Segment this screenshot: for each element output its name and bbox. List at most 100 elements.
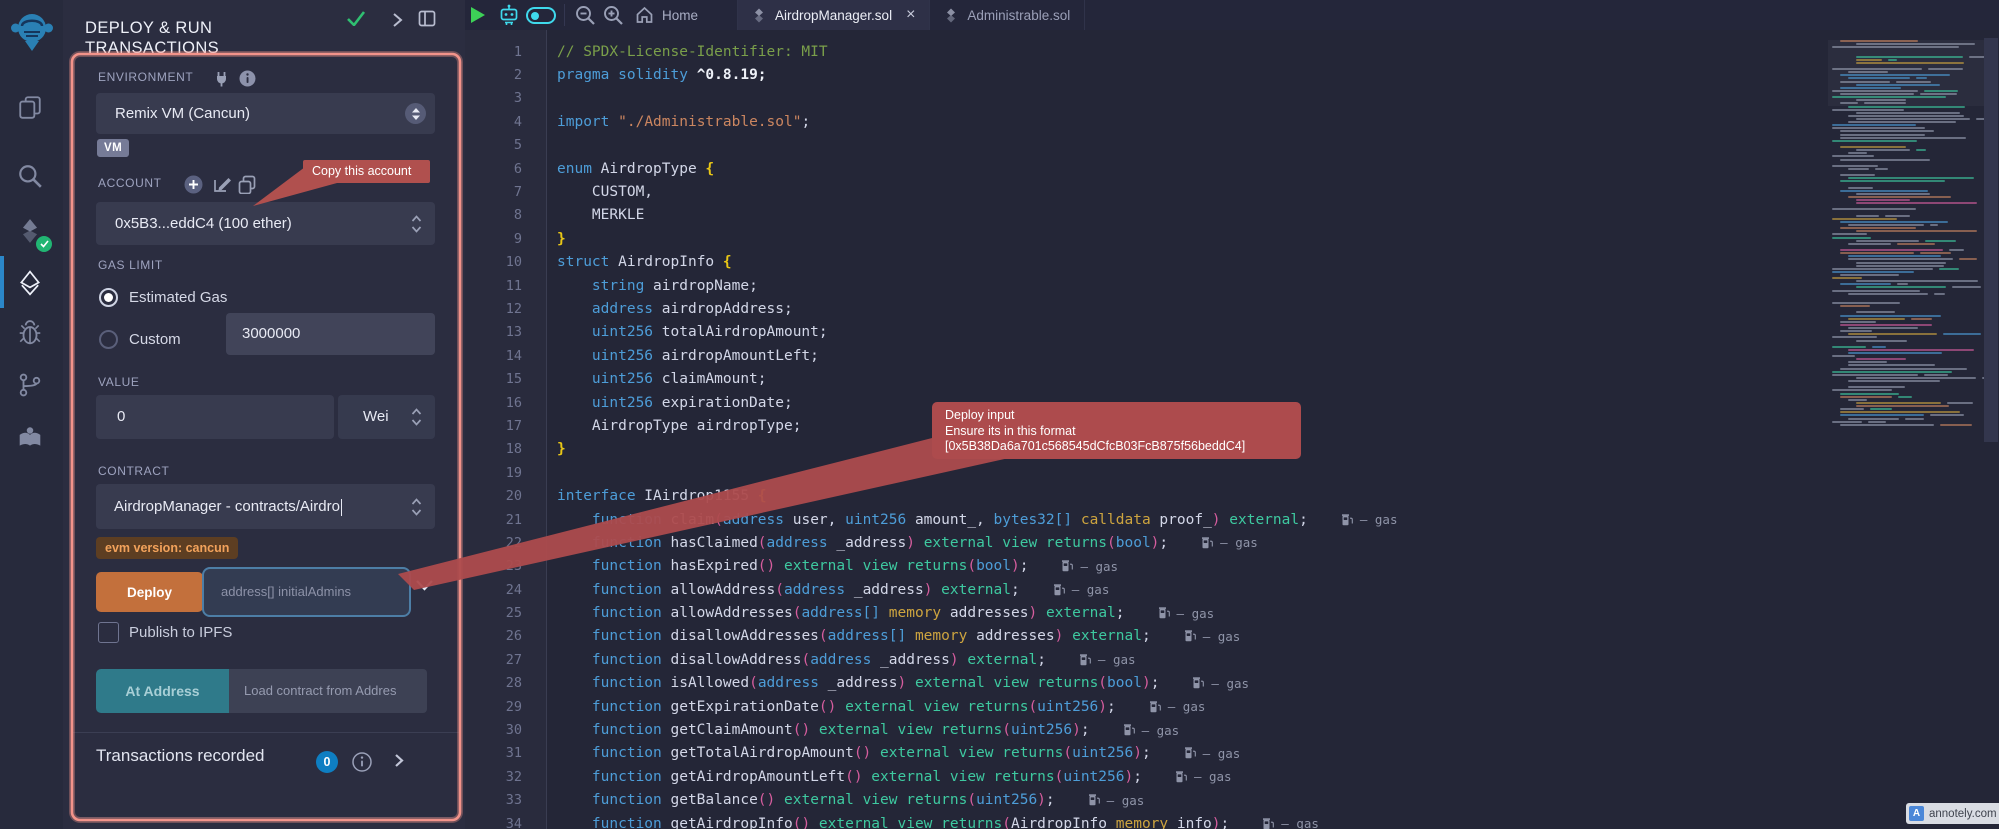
estimated-gas-radio[interactable] (99, 288, 118, 307)
file-explorer-icon[interactable] (17, 94, 47, 124)
gas-estimate-annotation[interactable]: – gas (1080, 652, 1136, 667)
code-line[interactable]: 10struct AirdropInfo { (465, 251, 1825, 274)
gas-estimate-annotation[interactable]: – gas (1159, 606, 1215, 621)
code-line[interactable]: 12 address airdropAddress; (465, 297, 1825, 320)
code-line[interactable]: 1// SPDX-License-Identifier: MIT (465, 40, 1825, 63)
ai-toggle-switch[interactable] (526, 7, 556, 24)
code-line[interactable]: 31 function getTotalAirdropAmount() exte… (465, 742, 1825, 765)
line-number[interactable]: 19 (465, 465, 522, 481)
zoom-out-icon[interactable] (575, 5, 596, 26)
line-number[interactable]: 6 (465, 161, 522, 177)
line-number[interactable]: 5 (465, 137, 522, 153)
code-line[interactable]: 8 MERKLE (465, 204, 1825, 227)
code-line[interactable]: 11 string airdropName; (465, 274, 1825, 297)
close-tab-icon[interactable]: × (906, 7, 915, 23)
tab-airdropmanager-sol[interactable]: AirdropManager.sol× (737, 0, 930, 30)
transactions-info-icon[interactable] (352, 752, 372, 772)
line-number[interactable]: 7 (465, 184, 522, 200)
line-number[interactable]: 26 (465, 628, 522, 644)
code-line[interactable]: 19 (465, 461, 1825, 484)
line-number[interactable]: 29 (465, 699, 522, 715)
gas-estimate-annotation[interactable]: – gas (1263, 816, 1319, 829)
code-line[interactable]: 22 function hasClaimed(address _address)… (465, 531, 1825, 554)
code-line[interactable]: 5 (465, 134, 1825, 157)
line-number[interactable]: 33 (465, 792, 522, 808)
gas-estimate-annotation[interactable]: – gas (1176, 769, 1232, 784)
run-script-play-icon[interactable] (471, 7, 485, 23)
deploy-and-run-icon[interactable] (17, 270, 47, 300)
debugger-icon[interactable] (17, 320, 47, 350)
line-number[interactable]: 21 (465, 512, 522, 528)
panel-forward-chevron-icon[interactable] (392, 12, 403, 28)
contract-select[interactable]: AirdropManager - contracts/Airdro (96, 484, 435, 529)
gas-estimate-annotation[interactable]: – gas (1185, 629, 1241, 644)
line-number[interactable]: 2 (465, 67, 522, 83)
line-number[interactable]: 27 (465, 652, 522, 668)
line-number[interactable]: 11 (465, 278, 522, 294)
plugin-manager-icon[interactable] (17, 424, 47, 454)
gas-estimate-annotation[interactable]: – gas (1062, 559, 1118, 574)
line-number[interactable]: 10 (465, 254, 522, 270)
add-account-icon[interactable] (184, 175, 203, 194)
plug-icon[interactable] (214, 71, 229, 87)
gas-estimate-annotation[interactable]: – gas (1124, 723, 1180, 738)
line-number[interactable]: 31 (465, 745, 522, 761)
environment-select[interactable]: Remix VM (Cancun) (96, 93, 435, 134)
at-address-input[interactable]: Load contract from Addres (229, 669, 427, 713)
code-line[interactable]: 25 function allowAddresses(address[] mem… (465, 601, 1825, 624)
source-control-icon[interactable] (17, 372, 47, 402)
value-input[interactable]: 0 (96, 395, 334, 439)
line-number[interactable]: 24 (465, 582, 522, 598)
deploy-expand-chevron-icon[interactable] (415, 579, 434, 592)
minimap[interactable] (1828, 40, 1984, 432)
code-line[interactable]: 3 (465, 87, 1825, 110)
gas-estimate-annotation[interactable]: – gas (1342, 512, 1398, 527)
code-line[interactable]: 29 function getExpirationDate() external… (465, 695, 1825, 718)
tab-administrable-sol[interactable]: Administrable.sol (930, 0, 1085, 30)
solidity-compiler-icon[interactable] (17, 218, 47, 248)
code-line[interactable]: 26 function disallowAddresses(address[] … (465, 625, 1825, 648)
gas-estimate-annotation[interactable]: – gas (1185, 746, 1241, 761)
code-line[interactable]: 4import "./Administrable.sol"; (465, 110, 1825, 133)
publish-to-ipfs-checkbox[interactable] (98, 622, 119, 643)
line-number[interactable]: 15 (465, 371, 522, 387)
gas-estimate-annotation[interactable]: – gas (1193, 676, 1249, 691)
code-line[interactable]: 7 CUSTOM, (465, 180, 1825, 203)
code-line[interactable]: 9} (465, 227, 1825, 250)
line-number[interactable]: 28 (465, 675, 522, 691)
code-line[interactable]: 6enum AirdropType { (465, 157, 1825, 180)
search-icon[interactable] (17, 163, 47, 193)
code-line[interactable]: 15 uint256 claimAmount; (465, 367, 1825, 390)
line-number[interactable]: 12 (465, 301, 522, 317)
line-number[interactable]: 16 (465, 395, 522, 411)
code-line[interactable]: 32 function getAirdropAmountLeft() exter… (465, 765, 1825, 788)
deploy-params-input[interactable]: address[] initialAdmins (202, 567, 411, 617)
code-line[interactable]: 30 function getClaimAmount() external vi… (465, 718, 1825, 741)
code-line[interactable]: 33 function getBalance() external view r… (465, 789, 1825, 812)
code-line[interactable]: 14 uint256 airdropAmountLeft; (465, 344, 1825, 367)
remix-logo-icon[interactable] (9, 7, 55, 53)
code-line[interactable]: 34 function getAirdropInfo() external vi… (465, 812, 1825, 829)
editor-scrollbar[interactable] (1984, 38, 1998, 442)
estimated-gas-label[interactable]: Estimated Gas (129, 289, 227, 306)
gas-estimate-annotation[interactable]: – gas (1054, 582, 1110, 597)
ai-assistant-robot-icon[interactable] (497, 4, 521, 27)
custom-gas-input[interactable]: 3000000 (226, 313, 435, 355)
line-number[interactable]: 17 (465, 418, 522, 434)
code-line[interactable]: 23 function hasExpired() external view r… (465, 555, 1825, 578)
line-number[interactable]: 20 (465, 488, 522, 504)
code-line[interactable]: 21 function claim(address user, uint256 … (465, 508, 1825, 531)
edit-account-icon[interactable] (213, 175, 232, 194)
pin-panel-icon[interactable] (418, 10, 436, 27)
gas-estimate-annotation[interactable]: – gas (1150, 699, 1206, 714)
line-number[interactable]: 32 (465, 769, 522, 785)
value-unit-select[interactable]: Wei (338, 395, 435, 439)
code-line[interactable]: 13 uint256 totalAirdropAmount; (465, 321, 1825, 344)
line-number[interactable]: 1 (465, 44, 522, 60)
tab-home[interactable]: Home (635, 0, 698, 30)
transactions-expand-chevron-icon[interactable] (394, 753, 404, 768)
code-line[interactable]: 2pragma solidity ^0.8.19; (465, 63, 1825, 86)
code-line[interactable]: 27 function disallowAddress(address _add… (465, 648, 1825, 671)
gas-estimate-annotation[interactable]: – gas (1202, 535, 1258, 550)
watermark[interactable]: A annotely.com (1906, 803, 1999, 824)
